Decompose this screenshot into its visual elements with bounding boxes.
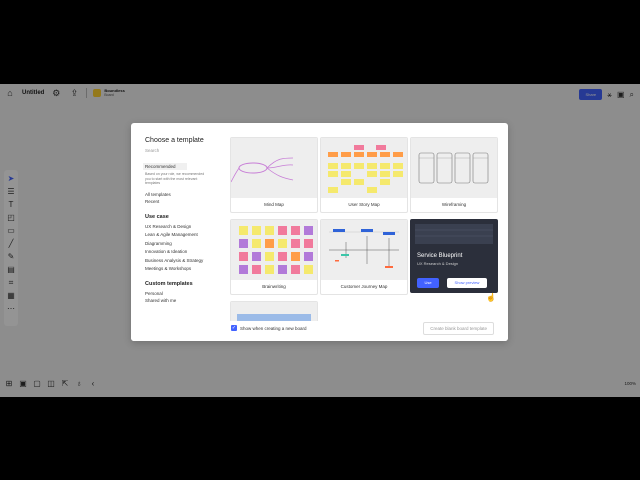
card-label: User Story Map: [348, 202, 380, 207]
sidebar-item-innovation[interactable]: Innovation & Ideation: [145, 249, 225, 254]
user-story-map-thumbnail: [321, 138, 407, 198]
sidebar-item-shared[interactable]: Shared with me: [145, 298, 225, 303]
template-card-brainwriting[interactable]: Brainwriting: [230, 219, 318, 295]
mouse-pointer-icon: ☝: [486, 293, 496, 302]
sidebar-item-ux-research[interactable]: UX Research & Design: [145, 224, 225, 229]
sidebar-item-recommended[interactable]: Recommended: [143, 163, 187, 170]
checkbox-checked-icon[interactable]: ✓: [231, 325, 237, 331]
card-label: Wireframing: [441, 202, 467, 207]
wireframing-thumbnail: [411, 138, 497, 198]
recommended-description: Based on your role, we recommended you t…: [145, 172, 205, 185]
customer-journey-map-thumbnail: [321, 220, 407, 280]
sidebar-item-diagramming[interactable]: Diagramming: [145, 241, 225, 246]
service-blueprint-category: UX Research & Design: [417, 261, 459, 266]
create-blank-template-button[interactable]: Create blank board template: [423, 322, 494, 335]
search-input[interactable]: Search: [145, 148, 225, 153]
sidebar-item-lean-agile[interactable]: Lean & Agile Management: [145, 232, 225, 237]
sidebar-item-personal[interactable]: Personal: [145, 291, 225, 296]
card-label: Mind Map: [264, 202, 284, 207]
template-card-partial[interactable]: [230, 301, 318, 323]
partial-thumbnail: [231, 302, 317, 322]
template-card-mind-map[interactable]: Mind Map: [230, 137, 318, 213]
sidebar-item-all-templates[interactable]: All templates: [145, 192, 225, 197]
search-placeholder: Search: [145, 148, 160, 153]
template-card-user-story-map[interactable]: User Story Map: [320, 137, 408, 213]
show-on-new-board-toggle[interactable]: ✓ Show when creating a new board: [231, 325, 307, 331]
card-label: Customer Journey Map: [340, 284, 388, 289]
template-card-service-blueprint[interactable]: Service Blueprint UX Research & Design U…: [410, 219, 498, 293]
sidebar-item-recent[interactable]: Recent: [145, 199, 225, 204]
show-preview-button[interactable]: Show preview: [447, 278, 487, 288]
template-card-customer-journey-map[interactable]: Customer Journey Map: [320, 219, 408, 295]
service-blueprint-title: Service Blueprint: [417, 253, 463, 259]
custom-templates-heading: Custom templates: [145, 281, 193, 287]
use-template-button[interactable]: Use: [417, 278, 439, 288]
template-card-wireframing[interactable]: Wireframing: [410, 137, 498, 213]
sidebar-item-business-analysis[interactable]: Business Analysis & Strategy: [145, 258, 225, 263]
template-modal: Choose a template Search Recommended Bas…: [131, 123, 508, 341]
template-sidebar: Choose a template Search Recommended Bas…: [143, 137, 225, 305]
card-label: Brainwriting: [262, 284, 286, 289]
brainwriting-thumbnail: [231, 220, 317, 280]
mind-map-thumbnail: [231, 138, 317, 198]
checkbox-label: Show when creating a new board: [240, 325, 307, 331]
sidebar-item-meetings[interactable]: Meetings & Workshops: [145, 266, 225, 271]
service-blueprint-thumbnail: Service Blueprint UX Research & Design U…: [411, 220, 497, 292]
modal-title: Choose a template: [145, 137, 204, 144]
modal-footer: ✓ Show when creating a new board Create …: [131, 321, 508, 341]
use-case-heading: Use case: [145, 213, 169, 220]
